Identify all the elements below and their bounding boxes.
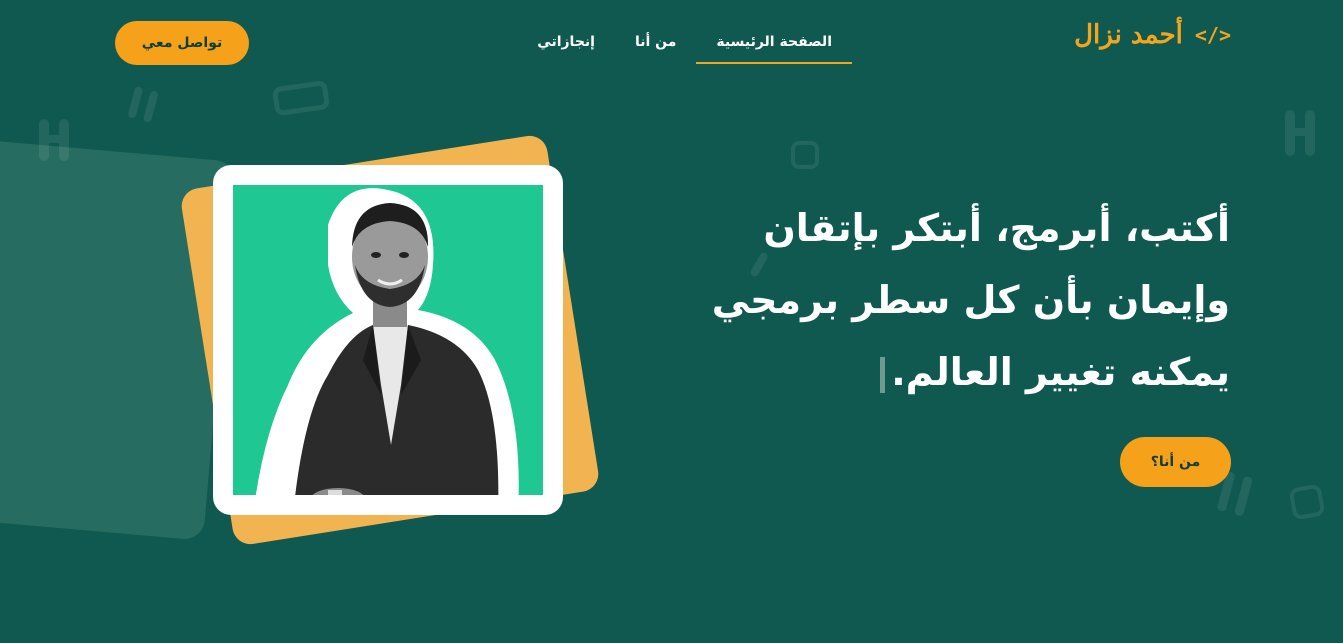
doodle-icon (272, 81, 330, 116)
doodle-icon (39, 119, 69, 161)
hero-headline: أكتب، أبرمج، أبتكر بإتقان وإيمان بأن كل … (670, 192, 1230, 408)
logo-text: أحمد نزال (1074, 20, 1183, 50)
contact-button[interactable]: تواصل معي (115, 21, 249, 65)
about-button[interactable]: من أنا؟ (1120, 437, 1231, 487)
doodle-icon (1290, 485, 1324, 519)
typing-cursor (880, 356, 886, 393)
portrait-photo (233, 185, 543, 495)
portrait-illustration (255, 188, 519, 495)
hero-line-3-wrap: يمكنه تغيير العالم. (670, 336, 1230, 408)
hero-line-1: أكتب، أبرمج، أبتكر بإتقان (763, 206, 1230, 250)
doodle-icon (128, 86, 158, 123)
nav-item-about[interactable]: من أنا (615, 32, 696, 62)
hero-line-2: وإيمان بأن كل سطر برمجي (711, 278, 1230, 322)
nav-item-achievements[interactable]: إنجازاتي (517, 32, 615, 62)
doodle-icon (791, 141, 819, 169)
hero-line-3: يمكنه تغيير العالم. (891, 350, 1230, 394)
logo[interactable]: </> أحمد نزال (1074, 22, 1231, 48)
code-brackets-icon: </> (1194, 23, 1231, 47)
main-nav: الصفحة الرئيسية من أنا إنجازاتي (512, 32, 852, 64)
nav-item-home[interactable]: الصفحة الرئيسية (696, 32, 852, 64)
page: </> أحمد نزال الصفحة الرئيسية من أنا إنج… (0, 0, 1343, 643)
doodle-icon (1285, 110, 1315, 156)
photo-card (213, 165, 563, 515)
